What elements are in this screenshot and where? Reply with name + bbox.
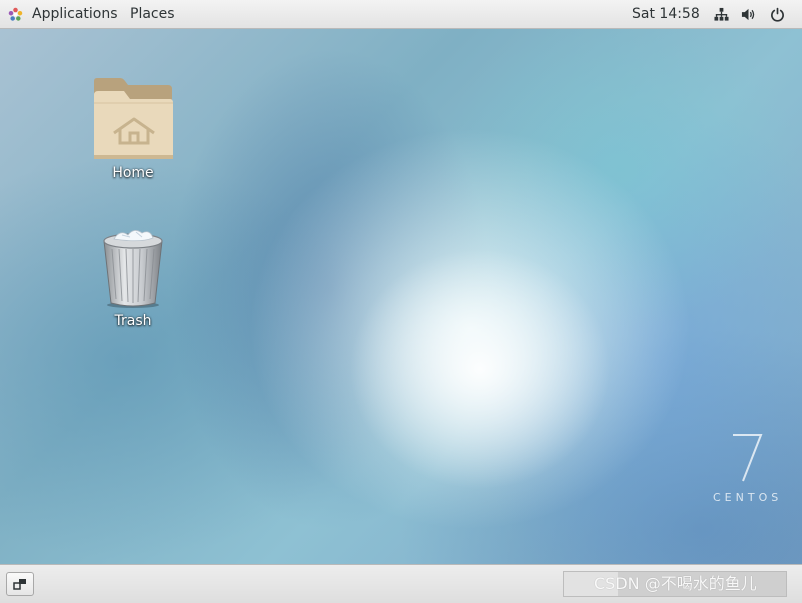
bottom-panel: CSDN @不喝水的鱼儿	[0, 564, 802, 603]
network-icon[interactable]	[714, 7, 729, 22]
centos-logo: CENTOS	[708, 431, 793, 511]
home-folder-label: Home	[112, 165, 154, 181]
home-folder[interactable]: Home	[83, 75, 183, 182]
clock[interactable]: Sat 14:58	[632, 6, 700, 23]
home-folder-icon	[94, 78, 173, 159]
show-desktop-button[interactable]	[6, 572, 34, 596]
show-desktop-icon	[13, 579, 26, 590]
centos-version-glyph	[733, 434, 763, 482]
centos-wordmark: CENTOS	[713, 491, 783, 504]
trash-label: Trash	[114, 313, 152, 329]
applications-icon[interactable]	[8, 7, 23, 22]
watermark-text: CSDN @不喝水的鱼儿	[594, 574, 757, 593]
screen: Applications Places Sat 14:58 Home Trash…	[0, 0, 802, 603]
top-panel: Applications Places Sat 14:58	[0, 0, 802, 29]
applications-menu[interactable]: Applications	[32, 6, 118, 23]
desktop: Home Trash CENTOS	[0, 29, 802, 564]
places-menu[interactable]: Places	[130, 6, 175, 23]
trash-item[interactable]: Trash	[83, 227, 183, 330]
power-icon[interactable]	[770, 7, 785, 22]
trash-icon	[103, 230, 163, 308]
volume-icon[interactable]	[741, 7, 756, 22]
